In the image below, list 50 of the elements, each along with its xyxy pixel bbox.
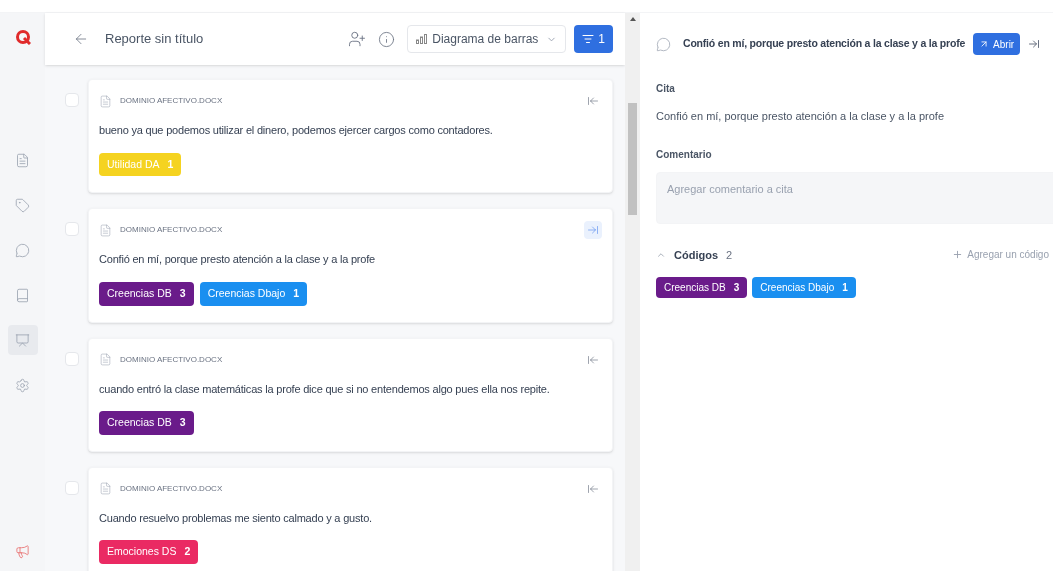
comment-field[interactable]: Agregar comentario a cita xyxy=(656,171,1053,224)
quote-text: bueno ya que podemos utilizar el dinero, podemos ejercer cargos como contadores. xyxy=(99,123,494,138)
bar-chart-icon xyxy=(416,34,429,44)
announcement-icon[interactable] xyxy=(15,544,30,559)
report-title: Reporte sin título xyxy=(105,30,204,49)
insert-right-icon[interactable] xyxy=(584,221,602,240)
filter-icon xyxy=(582,33,595,45)
file-icon xyxy=(99,482,112,496)
row-checkbox[interactable] xyxy=(65,480,79,495)
document-name: DOMINIO AFECTIVO.DOCX xyxy=(120,95,223,107)
chart-type-dropdown[interactable]: Diagrama de barras xyxy=(407,25,567,53)
info-icon[interactable] xyxy=(378,30,396,48)
filter-button[interactable]: 1 xyxy=(574,25,613,53)
row-checkbox[interactable] xyxy=(65,93,79,107)
comment-label: Comentario xyxy=(656,147,713,162)
quote-card[interactable]: DOMINIO AFECTIVO.DOCX Confió en mí, porque presto atención a la clase y a la profe Creencias DB 3 Creencias Dbajo 1 xyxy=(88,208,613,323)
document-name: DOMINIO AFECTIVO.DOCX xyxy=(120,353,223,366)
scrollbar[interactable] xyxy=(625,13,640,571)
code-tag[interactable]: Emociones DS 2 xyxy=(99,540,199,564)
comment-icon xyxy=(656,36,671,52)
document-name: DOMINIO AFECTIVO.DOCX xyxy=(120,224,223,237)
open-button[interactable]: Abrir xyxy=(973,33,1021,55)
quote-text: Cuando resuelvo problemas me siento calmado y a gusto. xyxy=(99,510,373,526)
row-checkbox[interactable] xyxy=(65,351,79,366)
plus-icon xyxy=(952,249,964,261)
scrollbar-thumb[interactable] xyxy=(628,103,637,215)
quote-card[interactable]: DOMINIO AFECTIVO.DOCX Cuando resuelvo problemas me siento calmado y a gusto. Emociones DS 2 xyxy=(88,466,613,571)
quote-card[interactable]: DOMINIO AFECTIVO.DOCX bueno ya que podemos utilizar el dinero, podemos ejercer cargos como contadores. Utilidad DA 1 xyxy=(88,79,613,194)
logo-icon[interactable] xyxy=(14,29,31,45)
row-checkbox[interactable] xyxy=(65,222,79,237)
code-tag[interactable]: Creencias DB 3 xyxy=(99,281,194,306)
back-icon[interactable] xyxy=(73,31,89,47)
report-icon[interactable] xyxy=(7,325,38,355)
quote-text: Confió en mí, porque presto atención a la clase y a la profe xyxy=(99,252,376,268)
code-tag[interactable]: Creencias DB 3 xyxy=(99,411,194,435)
file-icon xyxy=(99,223,112,237)
quote-full-text: Confió en mí, porque presto atención a la clase y a la profe xyxy=(656,109,945,124)
quote-title: Confió en mí, porque presto atención a la clase y a la profe xyxy=(683,36,966,52)
collapse-panel-icon[interactable] xyxy=(1028,38,1041,50)
arrow-up-right-icon xyxy=(979,39,990,49)
file-icon xyxy=(99,353,112,366)
quote-label: Cita xyxy=(656,82,676,96)
scroll-up-icon[interactable] xyxy=(629,17,636,21)
code-tag[interactable]: Creencias DB 3 xyxy=(656,277,748,298)
file-icon xyxy=(99,94,112,108)
document-name: DOMINIO AFECTIVO.DOCX xyxy=(120,482,223,495)
codes-toggle[interactable]: Códigos 2 xyxy=(656,246,733,263)
add-user-icon[interactable] xyxy=(348,30,367,48)
quote-card[interactable]: DOMINIO AFECTIVO.DOCX cuando entró la clase matemáticas la profe dice que si no entendemos algo pues ella nos repite. Creencias DB 3 xyxy=(88,337,613,452)
quote-text: cuando entró la clase matemáticas la profe dice que si no entendemos algo pues ella nos repite. xyxy=(99,381,551,397)
